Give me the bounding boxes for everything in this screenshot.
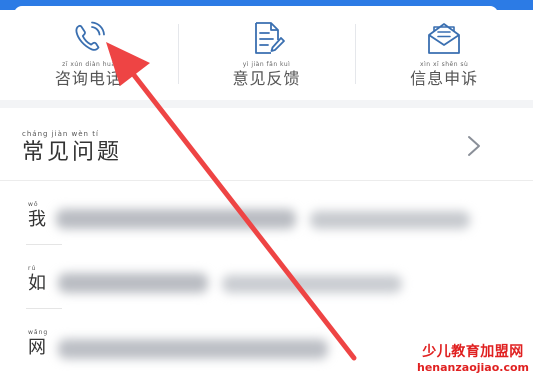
faq-question-2-text: 如 <box>28 273 48 294</box>
faq-title-block: cháng jiàn wèn tí 常见问题 <box>22 130 122 167</box>
faq-question-1-lead: wǒ 我 <box>28 201 48 231</box>
faq-question-1[interactable]: wǒ 我 <box>0 181 533 245</box>
site-watermark: 少儿教育加盟网 henanzaojiao.com <box>417 345 529 373</box>
consult-phone-label: 咨询电话 <box>54 69 123 88</box>
envelope-open-icon <box>424 18 464 58</box>
faq-question-3-text: 网 <box>28 337 48 358</box>
document-edit-icon <box>247 18 287 58</box>
info-appeal-button[interactable]: xìn xī shēn sù 信息申诉 <box>355 10 533 100</box>
obscured-text <box>56 209 296 229</box>
feedback-pinyin: yì jiàn fǎn kuì <box>242 61 291 68</box>
obscured-text <box>58 339 328 359</box>
obscured-text <box>58 273 208 293</box>
feedback-button[interactable]: yì jiàn fǎn kuì 意见反馈 <box>177 10 356 100</box>
watermark-url: henanzaojiao.com <box>417 361 529 374</box>
faq-question-3-lead: wǎng 网 <box>28 329 48 359</box>
info-appeal-pinyin: xìn xī shēn sù <box>420 61 469 68</box>
faq-header[interactable]: cháng jiàn wèn tí 常见问题 <box>0 108 533 181</box>
obscured-text <box>310 211 470 229</box>
faq-title: 常见问题 <box>22 140 123 165</box>
feedback-label: 意见反馈 <box>232 69 301 88</box>
faq-section: cháng jiàn wèn tí 常见问题 wǒ 我 rú 如 wǎng 网 <box>0 108 533 375</box>
faq-question-3-pinyin: wǎng <box>28 329 49 336</box>
phone-icon <box>69 18 109 58</box>
chevron-right-icon[interactable] <box>467 135 481 157</box>
faq-title-pinyin: cháng jiàn wèn tí <box>22 130 99 138</box>
consult-phone-button[interactable]: zī xún diàn huà 咨询电话 <box>0 10 178 100</box>
watermark-cn: 少儿教育加盟网 <box>422 344 524 360</box>
faq-question-1-text: 我 <box>28 209 48 230</box>
quick-actions-card: zī xún diàn huà 咨询电话 yì jiàn fǎn kuì 意见反… <box>0 10 533 100</box>
info-appeal-label: 信息申诉 <box>410 69 479 88</box>
faq-question-2[interactable]: rú 如 <box>0 245 533 309</box>
faq-question-2-pinyin: rú <box>28 265 37 272</box>
faq-question-1-pinyin: wǒ <box>28 201 39 208</box>
obscured-text <box>222 275 402 293</box>
consult-phone-pinyin: zī xún diàn huà <box>62 61 116 68</box>
faq-question-2-lead: rú 如 <box>28 265 48 295</box>
